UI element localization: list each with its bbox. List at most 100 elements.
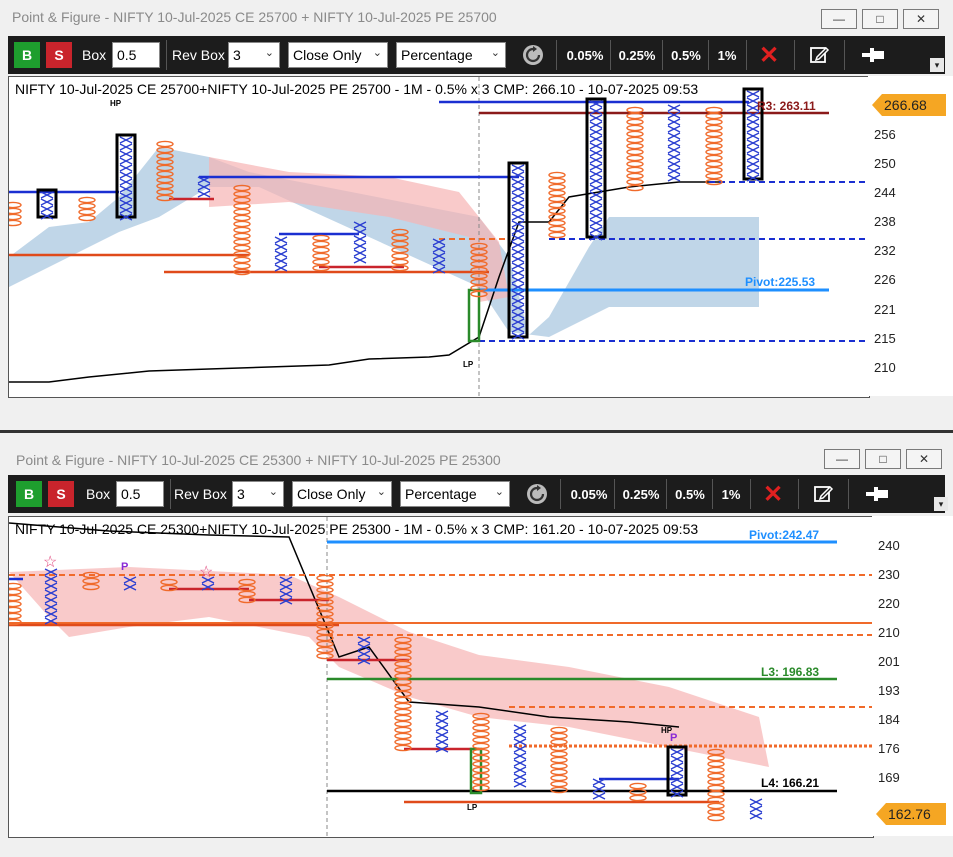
axis-tick: 221 xyxy=(874,302,896,317)
o-column xyxy=(548,177,566,185)
minimize-icon[interactable]: — xyxy=(824,449,860,469)
close-red-icon[interactable]: ✕ xyxy=(760,481,786,508)
x-column xyxy=(667,125,681,133)
x-column xyxy=(670,769,684,777)
refresh-icon[interactable] xyxy=(524,481,550,507)
x-column xyxy=(670,783,684,791)
toolbar-scroll-arrow[interactable]: ▾ xyxy=(930,58,944,72)
axis-tick: 256 xyxy=(874,127,896,142)
rev-box-select[interactable]: 3 ⌄ xyxy=(232,481,284,507)
maximize-icon[interactable]: □ xyxy=(865,449,901,469)
method-value: Percentage xyxy=(405,486,477,502)
x-column xyxy=(119,178,133,186)
rev-box-select[interactable]: 3 ⌄ xyxy=(228,42,280,68)
o-column xyxy=(629,794,647,802)
pct-1-button[interactable]: 1% xyxy=(714,42,740,68)
separator xyxy=(708,40,709,70)
o-column xyxy=(472,718,490,726)
minimize-icon[interactable]: — xyxy=(821,9,857,29)
o-column xyxy=(316,574,334,582)
chart-caption: NIFTY 10-Jul-2025 CE 25700+NIFTY 10-Jul-… xyxy=(15,81,699,97)
sell-button[interactable]: S xyxy=(46,42,72,68)
x-column xyxy=(513,738,527,746)
pin-icon[interactable] xyxy=(862,481,892,507)
axis-tick: 226 xyxy=(874,272,896,287)
close-window-icon[interactable]: ✕ xyxy=(906,449,942,469)
x-column xyxy=(119,164,133,172)
cmp-price-tag: 266.68 xyxy=(872,94,946,116)
close-red-icon[interactable]: ✕ xyxy=(756,42,782,69)
hp-marker: HP xyxy=(110,99,122,108)
pct-1-button[interactable]: 1% xyxy=(718,481,744,507)
lp-marker: LP xyxy=(463,360,474,369)
o-column xyxy=(9,594,22,602)
separator xyxy=(844,40,845,70)
edit-icon[interactable] xyxy=(810,481,836,507)
x-column xyxy=(749,805,763,813)
refresh-icon[interactable] xyxy=(520,42,546,68)
mode-value: Close Only xyxy=(293,47,362,63)
pct-0-5-button[interactable]: 0.5% xyxy=(672,481,708,507)
o-column xyxy=(626,136,644,144)
pct-0-25-button[interactable]: 0.25% xyxy=(620,481,662,507)
chevron-down-icon: ⌄ xyxy=(268,486,278,498)
x-column xyxy=(353,256,367,264)
rev-box-value: 3 xyxy=(233,47,241,63)
x-column xyxy=(513,780,527,788)
pct-0-25-button[interactable]: 0.25% xyxy=(616,42,658,68)
chart-window-bottom: Point & Figure - NIFTY 10-Jul-2025 CE 25… xyxy=(0,440,953,857)
mode-value: Close Only xyxy=(297,486,366,502)
axis-tick: 210 xyxy=(878,625,900,640)
x-column xyxy=(513,773,527,781)
method-select[interactable]: Percentage ⌄ xyxy=(400,481,510,507)
mode-select[interactable]: Close Only ⌄ xyxy=(288,42,388,68)
o-column xyxy=(550,732,568,740)
close-window-icon[interactable]: ✕ xyxy=(903,9,939,29)
x-column xyxy=(667,174,681,182)
star-icon: ☆ xyxy=(43,554,57,571)
o-column xyxy=(394,738,412,746)
o-column xyxy=(9,606,22,614)
o-column xyxy=(626,166,644,174)
mode-select[interactable]: Close Only ⌄ xyxy=(292,481,392,507)
pct-0-05-button[interactable]: 0.05% xyxy=(568,481,610,507)
o-column xyxy=(233,226,251,234)
x-column xyxy=(274,250,288,258)
o-column xyxy=(9,219,22,227)
pct-0-05-button[interactable]: 0.05% xyxy=(564,42,606,68)
axis-tick: 230 xyxy=(878,567,900,582)
toolbar-scroll-arrow[interactable]: ▾ xyxy=(934,497,948,511)
window-divider xyxy=(0,430,953,433)
axis-tick: 250 xyxy=(874,156,896,171)
pin-icon[interactable] xyxy=(858,42,888,68)
cloud-red xyxy=(9,567,769,767)
axis-tick: 220 xyxy=(878,596,900,611)
o-column xyxy=(391,252,409,260)
o-column xyxy=(156,140,174,148)
box-input[interactable]: 0.5 xyxy=(112,42,160,68)
sell-button[interactable]: S xyxy=(48,481,74,507)
x-column xyxy=(119,143,133,151)
x-column xyxy=(197,190,211,198)
window-title: Point & Figure - NIFTY 10-Jul-2025 CE 25… xyxy=(12,9,497,25)
o-column xyxy=(472,730,490,738)
box-input[interactable]: 0.5 xyxy=(116,481,164,507)
edit-icon[interactable] xyxy=(806,42,832,68)
buy-button[interactable]: B xyxy=(14,42,40,68)
axis-tick: 201 xyxy=(878,654,900,669)
r3-level-label: R3: 263.11 xyxy=(757,99,816,113)
pf-chart-top[interactable]: NIFTY 10-Jul-2025 CE 25700+NIFTY 10-Jul-… xyxy=(8,76,870,398)
buy-button[interactable]: B xyxy=(16,481,42,507)
pct-0-5-button[interactable]: 0.5% xyxy=(668,42,704,68)
separator xyxy=(666,479,667,509)
x-column xyxy=(511,206,525,214)
o-column xyxy=(233,262,251,270)
x-column xyxy=(435,738,449,746)
x-column xyxy=(513,766,527,774)
method-select[interactable]: Percentage ⌄ xyxy=(396,42,506,68)
maximize-icon[interactable]: □ xyxy=(862,9,898,29)
separator xyxy=(610,40,611,70)
x-column xyxy=(589,128,603,136)
axis-tick: 193 xyxy=(878,683,900,698)
pf-chart-bottom[interactable]: ☆ ☆ NIFTY 10-Jul-2025 CE 25300+NIFTY 10-J… xyxy=(8,516,874,838)
